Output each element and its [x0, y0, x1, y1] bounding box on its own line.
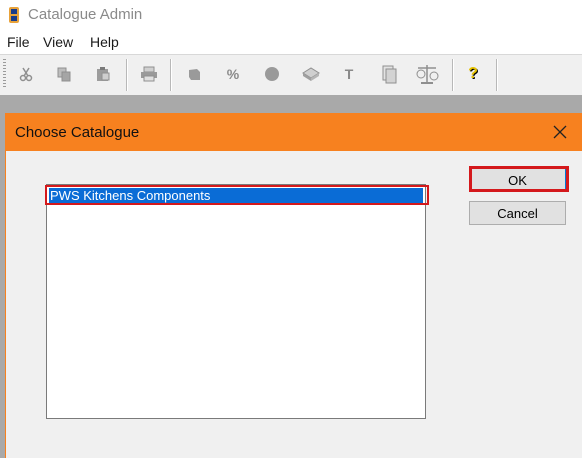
paste-icon: [97, 67, 110, 81]
app-titlebar: Catalogue Admin: [0, 0, 582, 32]
menu-file[interactable]: File: [7, 34, 30, 50]
catalogue-app-icon: [6, 6, 22, 24]
print-icon: [141, 66, 157, 82]
cut-icon: [19, 67, 33, 82]
toolbar-separator: [496, 59, 497, 91]
app-title: Catalogue Admin: [28, 6, 143, 23]
help-button[interactable]: ?: [460, 61, 486, 87]
paste-button[interactable]: [90, 61, 116, 87]
copy-icon: [57, 67, 71, 82]
copy-button[interactable]: [51, 61, 77, 87]
cut-button[interactable]: [13, 61, 39, 87]
text-button[interactable]: T: [336, 61, 362, 87]
text-icon: T: [344, 66, 354, 82]
annotation-highlight-ok: [469, 166, 569, 192]
print-button[interactable]: [136, 61, 162, 87]
toolbar-separator: [126, 59, 127, 91]
help-icon: ?: [468, 65, 478, 82]
book-icon: [302, 67, 320, 81]
book-button[interactable]: [298, 61, 324, 87]
dialog-titlebar[interactable]: Choose Catalogue: [6, 113, 582, 151]
documents-button[interactable]: [376, 61, 402, 87]
circle-button[interactable]: [259, 61, 285, 87]
toolbar: % T ?: [0, 54, 582, 96]
menu-help[interactable]: Help: [90, 34, 119, 50]
circle-icon: [265, 67, 279, 81]
catalogue-listbox[interactable]: PWS Kitchens Components: [46, 184, 426, 419]
annotation-highlight-list-item: [45, 185, 429, 205]
cube-icon: [189, 69, 200, 80]
toolbar-grip[interactable]: [3, 59, 6, 89]
scales-button[interactable]: [414, 61, 440, 87]
toolbar-separator: [170, 59, 171, 91]
percent-button[interactable]: %: [220, 61, 246, 87]
documents-icon: [382, 65, 397, 84]
close-icon: [553, 125, 567, 139]
toolbar-separator: [452, 59, 453, 91]
cancel-button[interactable]: Cancel: [469, 201, 566, 225]
cube-button[interactable]: [181, 61, 207, 87]
scales-icon: [416, 65, 439, 84]
choose-catalogue-dialog: Choose Catalogue PWS Kitchens Components…: [5, 113, 582, 458]
dialog-title: Choose Catalogue: [15, 124, 140, 141]
menu-bar: File View Help: [0, 32, 582, 54]
menu-view[interactable]: View: [43, 34, 73, 50]
close-button[interactable]: [549, 121, 571, 143]
percent-icon: %: [226, 66, 240, 82]
